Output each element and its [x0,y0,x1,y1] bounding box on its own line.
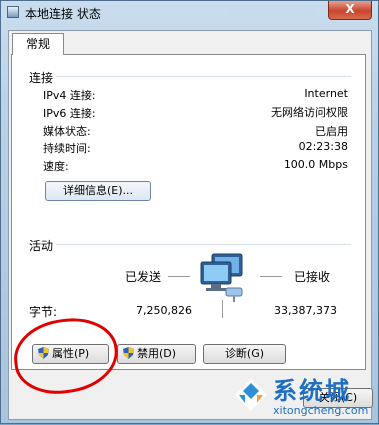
close-window-button[interactable]: X [328,1,372,20]
media-state-label: 媒体状态: [43,125,91,138]
uac-shield-icon [123,347,134,359]
watermark: 系统城 xitongcheng.com [233,371,379,425]
bytes-sent-value: 7,250,826 [136,304,192,317]
watermark-logo-icon [235,379,267,411]
divider-vertical [222,300,223,318]
speed-value: 100.0 Mbps [283,158,348,171]
connection-divider [56,76,351,77]
received-label: 已接收 [294,270,331,284]
general-panel: 连接 IPv4 连接: Internet IPv6 连接: 无网络访问权限 媒体… [11,54,366,370]
details-button[interactable]: 详细信息(E)... [45,181,151,201]
ipv4-label: IPv4 连接: [43,89,96,102]
activity-divider [56,244,351,245]
sent-label: 已发送 [125,270,162,284]
disable-button-label: 禁用(D) [137,347,177,360]
media-state-value: 已启用 [315,125,348,138]
properties-button[interactable]: 属性(P) [32,344,109,364]
ipv6-value: 无网络访问权限 [271,106,348,119]
watermark-text: 系统城 [273,377,351,405]
duration-label: 持续时间: [43,142,91,155]
duration-value: 02:23:38 [298,140,348,153]
blurred-title-area [229,7,315,19]
window-title: 本地连接 状态 [25,7,101,21]
bytes-received-value: 33,387,373 [274,304,337,317]
bytes-label: 字节: [29,305,58,319]
ipv6-label: IPv6 连接: [43,107,96,120]
disable-button[interactable]: 禁用(D) [117,344,196,364]
uac-shield-icon [38,347,49,359]
ipv4-value: Internet [304,87,348,100]
properties-button-label: 属性(P) [52,347,90,360]
activity-group-label: 活动 [29,239,54,253]
network-icon [7,6,19,18]
sent-dash [168,276,190,277]
received-dash [260,276,282,277]
title-bar[interactable]: 本地连接 状态 X [1,1,378,25]
tab-general[interactable]: 常规 [12,33,64,55]
watermark-url: xitongcheng.com [273,404,369,417]
connection-group-label: 连接 [29,71,54,85]
network-activity-icon [200,253,243,302]
speed-label: 速度: [43,160,69,173]
diagnose-button[interactable]: 诊断(G) [203,344,286,364]
status-dialog: 本地连接 状态 X 常规 连接 IPv4 连接: Internet IPv6 连… [0,0,379,424]
